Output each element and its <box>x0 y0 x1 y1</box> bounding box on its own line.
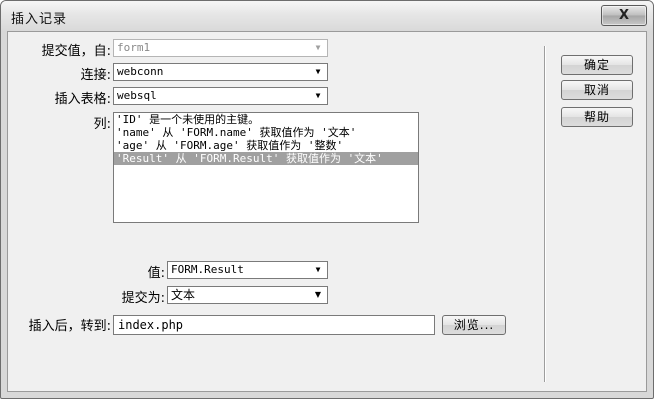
chevron-down-icon: ▼ <box>315 67 321 76</box>
chevron-down-icon: ▼ <box>315 91 321 100</box>
submit-as-label: 提交为: <box>121 291 165 306</box>
cancel-button[interactable]: 取消 <box>561 80 633 100</box>
list-item[interactable]: 'name' 从 'FORM.name' 获取值作为 '文本' <box>114 126 418 139</box>
insert-record-dialog: 插入记录 X 提交值，自: form1 ▼ 连接: webconn ▼ 插入表格… <box>0 0 654 399</box>
help-button[interactable]: 帮助 <box>561 107 633 127</box>
connection-label: 连接: <box>80 68 111 83</box>
submit-as-value: 文本 <box>171 288 196 302</box>
chevron-down-icon: ▼ <box>315 265 321 274</box>
table-label: 插入表格: <box>54 92 111 107</box>
ok-button[interactable]: 确定 <box>561 55 633 75</box>
value-select-value: FORM.Result <box>171 263 244 276</box>
chevron-down-icon: ▼ <box>315 43 321 52</box>
table-select[interactable]: websql ▼ <box>113 87 328 105</box>
list-item[interactable]: 'age' 从 'FORM.age' 获取值作为 '整数' <box>114 139 418 152</box>
value-select[interactable]: FORM.Result ▼ <box>167 261 328 279</box>
submit-from-select: form1 ▼ <box>113 39 328 57</box>
value-label: 值: <box>147 266 165 281</box>
connection-select[interactable]: webconn ▼ <box>113 63 328 81</box>
after-insert-input[interactable]: index.php <box>113 315 435 335</box>
vertical-divider <box>544 46 546 382</box>
table-value: websql <box>117 89 157 102</box>
chevron-down-icon: ▼ <box>314 290 322 299</box>
columns-label: 列: <box>93 117 111 132</box>
columns-listbox[interactable]: 'ID' 是一个未使用的主键。 'name' 从 'FORM.name' 获取值… <box>113 112 419 223</box>
title-bar[interactable]: 插入记录 X <box>1 1 653 31</box>
close-icon: X <box>618 8 630 23</box>
browse-button[interactable]: 浏览... <box>442 315 506 335</box>
list-item-selected[interactable]: 'Result' 从 'FORM.Result' 获取值作为 '文本' <box>114 152 418 165</box>
after-insert-value: index.php <box>118 318 184 332</box>
dialog-body: 提交值，自: form1 ▼ 连接: webconn ▼ 插入表格: websq… <box>7 31 647 392</box>
close-button[interactable]: X <box>601 5 647 26</box>
submit-from-value: form1 <box>117 41 151 54</box>
list-item[interactable]: 'ID' 是一个未使用的主键。 <box>114 113 418 126</box>
submit-from-label: 提交值，自: <box>41 44 111 59</box>
connection-value: webconn <box>117 65 164 78</box>
dialog-title: 插入记录 <box>11 12 68 27</box>
after-insert-label: 插入后，转到: <box>28 319 111 334</box>
submit-as-select[interactable]: 文本 ▼ <box>167 286 328 304</box>
